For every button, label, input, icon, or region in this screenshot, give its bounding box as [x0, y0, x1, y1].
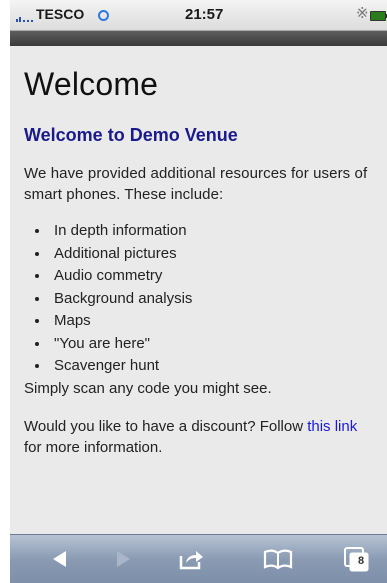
browser-toolbar: 8	[10, 534, 387, 583]
address-bar-strip	[10, 31, 387, 46]
status-bar: TESCO 21:57 ※	[10, 0, 387, 31]
discount-paragraph: Would you like to have a discount? Follo…	[24, 416, 375, 458]
features-list: In depth information Additional pictures…	[24, 220, 375, 378]
phone-screen: TESCO 21:57 ※ Welcome Welcome to Demo Ve…	[0, 0, 387, 583]
back-button[interactable]	[40, 543, 80, 575]
battery-icon	[370, 11, 387, 21]
forward-button[interactable]	[103, 543, 143, 575]
share-icon	[179, 551, 203, 570]
list-item: In depth information	[50, 220, 375, 243]
wifi-icon	[98, 10, 109, 21]
web-content: Welcome Welcome to Demo Venue We have pr…	[10, 46, 387, 534]
carrier-name: TESCO	[36, 6, 85, 22]
back-icon	[53, 551, 66, 567]
forward-icon	[117, 551, 130, 567]
tab-count: 8	[357, 555, 365, 567]
intro-text: We have provided additional resources fo…	[24, 165, 368, 203]
list-item: Audio commetry	[50, 265, 375, 288]
list-item: Scavenger hunt	[50, 355, 375, 378]
list-item: Background analysis	[50, 288, 375, 311]
list-item: Additional pictures	[50, 243, 375, 266]
tabs-button[interactable]: 8	[336, 543, 376, 575]
page-title: Welcome	[24, 66, 159, 102]
list-item: "You are here"	[50, 333, 375, 356]
page-subtitle: Welcome to Demo Venue	[24, 125, 238, 145]
signal-strength-icon	[16, 10, 33, 22]
list-item: Maps	[50, 310, 375, 333]
bookmarks-button[interactable]	[258, 543, 298, 575]
discount-text-before: Would you like to have a discount? Follo…	[24, 417, 308, 435]
bluetooth-icon: ※	[356, 5, 369, 22]
scan-instruction: Simply scan any code you might see.	[24, 379, 272, 397]
discount-text-after: for more information.	[24, 438, 163, 456]
bookmarks-icon	[263, 549, 293, 570]
discount-link[interactable]: this link	[307, 418, 357, 435]
share-button[interactable]	[171, 543, 211, 575]
status-time: 21:57	[185, 6, 224, 23]
